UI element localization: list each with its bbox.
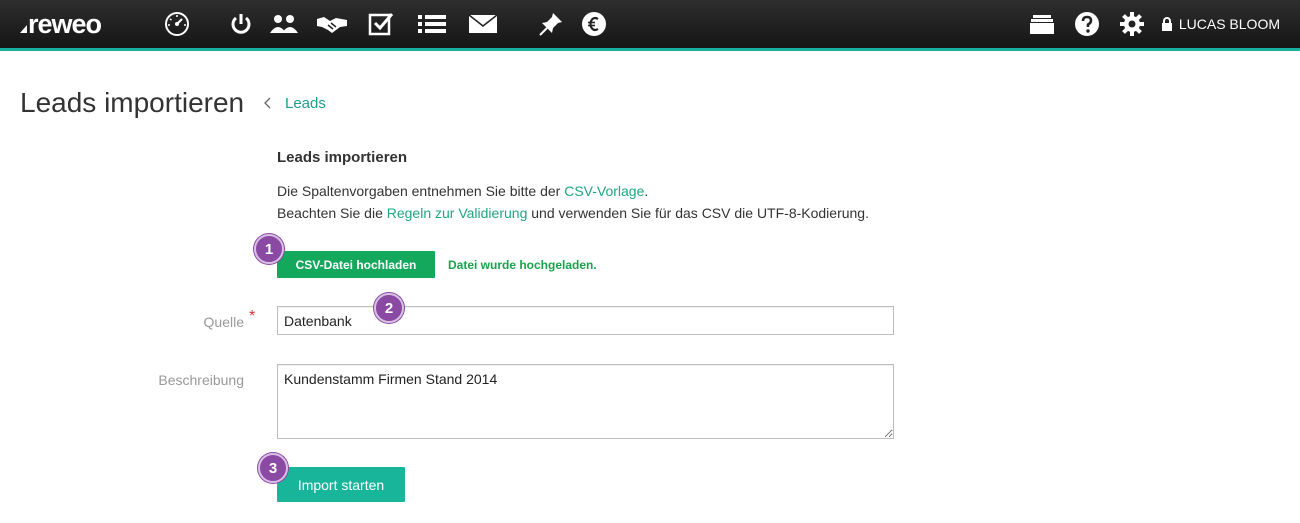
info-text-part: Die Spaltenvorgaben entnehmen Sie bitte … — [277, 183, 565, 199]
description-textarea[interactable]: Kundenstamm Firmen Stand 2014 — [277, 364, 894, 439]
euro-icon[interactable] — [578, 8, 610, 40]
deals-icon[interactable] — [316, 8, 348, 40]
step-marker-1: 1 — [254, 234, 284, 264]
user-menu[interactable]: LUCAS BLOOM — [1161, 14, 1280, 34]
step-marker-2: 2 — [374, 293, 404, 323]
info-text-part: Beachten Sie die — [277, 205, 387, 221]
info-text-template: Die Spaltenvorgaben entnehmen Sie bitte … — [277, 182, 648, 200]
archive-icon[interactable] — [1026, 8, 1058, 40]
chevron-left-icon — [264, 96, 272, 114]
help-icon[interactable] — [1071, 8, 1103, 40]
step-marker-3: 3 — [258, 453, 288, 483]
user-name: LUCAS BLOOM — [1178, 16, 1280, 32]
pin-icon[interactable] — [535, 8, 567, 40]
nav-accent-line — [0, 48, 1300, 51]
page-title: Leads importieren — [20, 87, 245, 118]
dashboard-icon[interactable] — [161, 8, 193, 40]
info-text-validation: Beachten Sie die Regeln zur Validierung … — [277, 204, 869, 222]
validation-rules-link[interactable]: Regeln zur Validierung — [387, 205, 528, 221]
source-input[interactable] — [277, 306, 894, 335]
gear-icon[interactable] — [1116, 8, 1148, 40]
tasks-icon[interactable] — [365, 8, 397, 40]
required-asterisk: * — [249, 308, 256, 325]
breadcrumb-leads-link[interactable]: Leads — [285, 95, 326, 113]
logo-text: reweo — [28, 9, 102, 39]
section-title: Leads importieren — [277, 149, 408, 166]
contacts-icon[interactable] — [268, 8, 300, 40]
mail-icon[interactable] — [467, 8, 499, 40]
start-import-button[interactable]: Import starten — [277, 467, 405, 502]
reweo-logo[interactable]: reweo — [20, 9, 102, 39]
description-label: Beschreibung — [158, 372, 244, 388]
logo-mark-icon — [20, 25, 27, 33]
csv-template-link[interactable]: CSV-Vorlage — [564, 183, 644, 199]
source-label: Quelle — [203, 314, 244, 330]
lock-icon — [1161, 17, 1172, 31]
list-icon[interactable] — [416, 8, 448, 40]
info-text-part: und verwenden Sie für das CSV die UTF-8-… — [527, 205, 869, 221]
info-text-part: . — [644, 183, 649, 199]
upload-status-message: Datei wurde hochgeladen. — [448, 258, 597, 272]
power-icon[interactable] — [225, 8, 257, 40]
upload-csv-button[interactable]: CSV-Datei hochladen — [277, 251, 435, 278]
top-navigation-bar: reweo LUCAS BLOOM — [0, 0, 1300, 48]
